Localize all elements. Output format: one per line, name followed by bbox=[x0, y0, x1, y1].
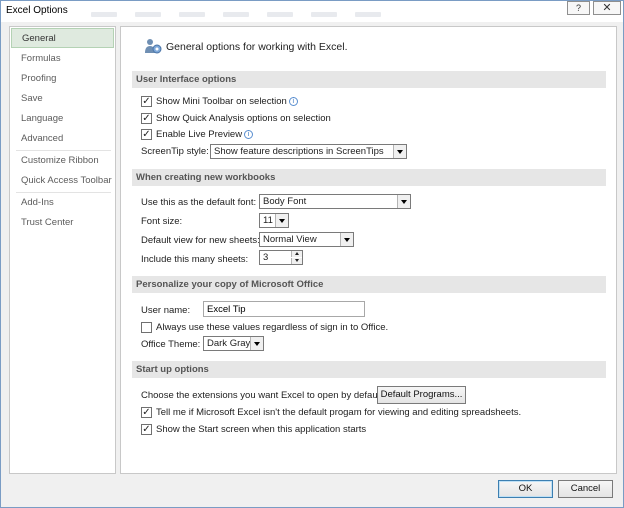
chevron-down-icon[interactable] bbox=[340, 233, 353, 246]
excel-options-dialog: Excel Options ? ✕ General Formulas Proof… bbox=[0, 0, 624, 508]
default-font-value: Body Font bbox=[263, 196, 307, 207]
mini-toolbar-checkbox[interactable]: ✓ bbox=[141, 96, 152, 107]
start-screen-label: Show the Start screen when this applicat… bbox=[156, 424, 367, 435]
mini-toolbar-label: Show Mini Toolbar on selection bbox=[156, 96, 287, 107]
quick-analysis-checkbox[interactable]: ✓ bbox=[141, 113, 152, 124]
category-sidebar: General Formulas Proofing Save Language … bbox=[9, 26, 116, 474]
chevron-down-icon[interactable] bbox=[393, 145, 406, 158]
office-theme-value: Dark Gray bbox=[207, 338, 251, 349]
sheet-count-label: Include this many sheets: bbox=[141, 254, 249, 265]
sidebar-item-formulas[interactable]: Formulas bbox=[11, 49, 114, 69]
section-header-startup: Start up options bbox=[132, 361, 606, 378]
ok-button[interactable]: OK bbox=[498, 480, 553, 498]
font-size-label: Font size: bbox=[141, 216, 183, 227]
font-size-select[interactable]: 11 bbox=[259, 213, 289, 228]
general-options-panel: General options for working with Excel. … bbox=[120, 26, 617, 474]
default-view-select[interactable]: Normal View bbox=[259, 232, 354, 247]
office-theme-label: Office Theme: bbox=[141, 339, 201, 350]
always-use-checkbox[interactable] bbox=[141, 322, 152, 333]
info-icon[interactable]: i bbox=[288, 97, 298, 106]
background-ribbon-ghost bbox=[91, 9, 399, 20]
sidebar-item-save[interactable]: Save bbox=[11, 89, 114, 109]
chevron-down-icon[interactable] bbox=[397, 195, 410, 208]
spin-down-icon[interactable] bbox=[291, 258, 302, 264]
tell-me-label: Tell me if Microsoft Excel isn't the def… bbox=[156, 407, 522, 418]
sidebar-item-customize-ribbon[interactable]: Customize Ribbon bbox=[11, 151, 114, 171]
cancel-button[interactable]: Cancel bbox=[558, 480, 613, 498]
sidebar-item-proofing[interactable]: Proofing bbox=[11, 69, 114, 89]
chevron-down-icon[interactable] bbox=[275, 214, 288, 227]
chevron-down-icon[interactable] bbox=[250, 337, 263, 350]
default-view-value: Normal View bbox=[263, 234, 317, 245]
live-preview-checkbox[interactable]: ✓ bbox=[141, 129, 152, 140]
default-font-label: Use this as the default font: bbox=[141, 197, 257, 208]
screentip-style-value: Show feature descriptions in ScreenTips bbox=[214, 146, 384, 157]
help-button[interactable]: ? bbox=[567, 1, 590, 15]
sheet-count-spinner[interactable]: 3 bbox=[259, 250, 303, 265]
sidebar-item-quick-access-toolbar[interactable]: Quick Access Toolbar bbox=[11, 171, 114, 191]
spin-up-icon[interactable] bbox=[291, 251, 302, 257]
live-preview-label: Enable Live Preview bbox=[156, 129, 243, 140]
quick-analysis-label: Show Quick Analysis options on selection bbox=[156, 113, 331, 124]
sidebar-item-add-ins[interactable]: Add-Ins bbox=[11, 193, 114, 213]
default-font-select[interactable]: Body Font bbox=[259, 194, 411, 209]
section-header-personalize: Personalize your copy of Microsoft Offic… bbox=[132, 276, 606, 293]
sidebar-item-general[interactable]: General bbox=[11, 28, 114, 48]
info-icon[interactable]: i bbox=[244, 130, 254, 139]
title-bar: Excel Options ? ✕ bbox=[1, 1, 623, 22]
font-size-value: 11 bbox=[263, 215, 273, 226]
window-title: Excel Options bbox=[6, 5, 68, 16]
page-header: General options for working with Excel. bbox=[166, 41, 348, 53]
sidebar-item-trust-center[interactable]: Trust Center bbox=[11, 213, 114, 233]
sidebar-item-advanced[interactable]: Advanced bbox=[11, 129, 114, 149]
tell-me-checkbox[interactable]: ✓ bbox=[141, 407, 152, 418]
screentip-style-select[interactable]: Show feature descriptions in ScreenTips bbox=[210, 144, 407, 159]
extensions-label: Choose the extensions you want Excel to … bbox=[141, 390, 385, 401]
always-use-label: Always use these values regardless of si… bbox=[156, 322, 389, 333]
default-programs-button[interactable]: Default Programs... bbox=[377, 386, 466, 404]
user-name-field[interactable] bbox=[203, 301, 365, 317]
sidebar-item-language[interactable]: Language bbox=[11, 109, 114, 129]
office-theme-select[interactable]: Dark Gray bbox=[203, 336, 264, 351]
user-name-input[interactable] bbox=[204, 302, 364, 316]
close-button[interactable]: ✕ bbox=[593, 1, 621, 15]
default-view-label: Default view for new sheets: bbox=[141, 235, 260, 246]
screentip-label: ScreenTip style: bbox=[141, 146, 209, 157]
sheet-count-value: 3 bbox=[263, 252, 269, 263]
section-header-new-workbooks: When creating new workbooks bbox=[132, 169, 606, 186]
start-screen-checkbox[interactable]: ✓ bbox=[141, 424, 152, 435]
user-name-label: User name: bbox=[141, 305, 191, 316]
section-header-ui-options: User Interface options bbox=[132, 71, 606, 88]
people-gear-icon bbox=[145, 39, 162, 54]
